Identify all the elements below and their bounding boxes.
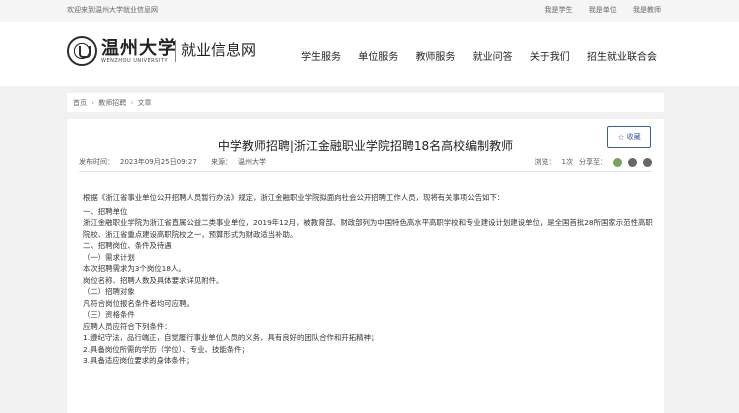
meta-divider	[79, 171, 652, 172]
paragraph: （二）招聘对象	[83, 287, 135, 296]
paragraph: （一）需求计划	[83, 252, 135, 262]
views-label: 浏览：	[534, 158, 556, 166]
site-name: 就业信息网	[181, 41, 257, 59]
share-label: 分享至：	[579, 158, 607, 166]
breadcrumb-home[interactable]: 首页	[73, 99, 87, 107]
source-label: 来源：	[211, 158, 233, 166]
paragraph: （三）资格条件	[83, 310, 135, 319]
views-value: 1次	[561, 158, 573, 166]
paragraph: 根据《浙江省事业单位公开招聘人员暂行办法》规定，浙江金融职业学院拟面向社会公开招…	[83, 193, 505, 202]
nav-alliance[interactable]: 招生就业联合会	[587, 52, 657, 63]
top-bar: 欢迎来到温州大学就业信息网 我是学生 我是单位 我是教师	[0, 0, 739, 23]
top-link-teacher[interactable]: 我是教师	[633, 6, 661, 14]
paragraph: 1.遵纪守法，品行端正，自觉履行事业单位人员的义务，具有良好的团队合作和开拓精神…	[83, 333, 379, 342]
star-icon: ☆	[617, 132, 625, 142]
breadcrumb-separator: ›	[91, 99, 95, 107]
nav-employer-services[interactable]: 单位服务	[358, 52, 398, 63]
site-logo[interactable]: 温州大学 WENZHOU UNIVERSITY 就业信息网	[67, 34, 267, 74]
nav-teacher-services[interactable]: 教师服务	[415, 52, 455, 63]
logo-divider	[175, 40, 176, 62]
article-panel: 中学教师招聘|浙江金融职业学院招聘18名高校编制教师 ☆ 收藏 发布时间： 202…	[67, 119, 664, 413]
qq-icon[interactable]	[643, 157, 652, 167]
breadcrumb-separator: ›	[130, 99, 134, 107]
paragraph: 应聘人员应符合下列条件：	[83, 321, 172, 331]
paragraph: 本次招聘需求为3个岗位18人。	[83, 264, 186, 273]
top-link-employer[interactable]: 我是单位	[589, 6, 617, 14]
breadcrumb: 首页 › 教师招聘 › 文章	[67, 93, 664, 112]
paragraph: 浙江金融职业学院为浙江省直属公益二类事业单位，2019年12月，被教育部、财政部…	[83, 218, 653, 239]
top-links: 我是学生 我是单位 我是教师	[531, 5, 661, 15]
site-header: 温州大学 WENZHOU UNIVERSITY 就业信息网 学生服务 单位服务 …	[0, 22, 739, 86]
article-body: 根据《浙江省事业单位公开招聘人员暂行办法》规定，浙江金融职业学院拟面向社会公开招…	[83, 192, 653, 367]
article-stats: 浏览： 1次 分享至：	[523, 157, 652, 167]
source-value: 温州大学	[238, 158, 267, 166]
weibo-icon[interactable]	[628, 157, 637, 167]
wechat-icon[interactable]	[613, 157, 622, 167]
school-name: 温州大学	[101, 38, 177, 59]
published-label: 发布时间：	[79, 158, 114, 166]
favorite-label: 收藏	[626, 133, 641, 141]
breadcrumb-section[interactable]: 教师招聘	[98, 99, 126, 107]
published-value: 2023年09月25日09:27	[120, 158, 197, 166]
school-name-en: WENZHOU UNIVERSITY	[101, 58, 168, 64]
breadcrumb-current: 文章	[137, 99, 152, 107]
university-seal-icon	[67, 36, 97, 66]
paragraph: 一、招聘单位	[83, 206, 128, 216]
nav-about[interactable]: 关于我们	[530, 52, 570, 63]
article-meta: 发布时间： 2023年09月25日09:27 来源： 温州大学	[79, 157, 278, 167]
paragraph: 2.具备岗位所需的学历（学位）、专业、技能条件；	[83, 344, 249, 354]
paragraph: 3.具备适应岗位要求的身体条件；	[83, 356, 194, 365]
main-nav: 学生服务 单位服务 教师服务 就业问答 关于我们 招生就业联合会	[287, 48, 657, 63]
nav-student-services[interactable]: 学生服务	[301, 52, 341, 63]
nav-faq[interactable]: 就业问答	[473, 52, 513, 63]
paragraph: 二、招聘岗位、条件及待遇	[83, 241, 172, 250]
article-title: 中学教师招聘|浙江金融职业学院招聘18名高校编制教师	[217, 139, 514, 153]
paragraph: 岗位名称、招聘人数及具体要求详见附件。	[83, 275, 224, 285]
favorite-button[interactable]: ☆ 收藏	[607, 126, 651, 148]
top-link-student[interactable]: 我是学生	[545, 6, 573, 14]
welcome-text: 欢迎来到温州大学就业信息网	[67, 6, 158, 14]
paragraph: 凡符合岗位报名条件者均可应聘。	[83, 298, 194, 308]
